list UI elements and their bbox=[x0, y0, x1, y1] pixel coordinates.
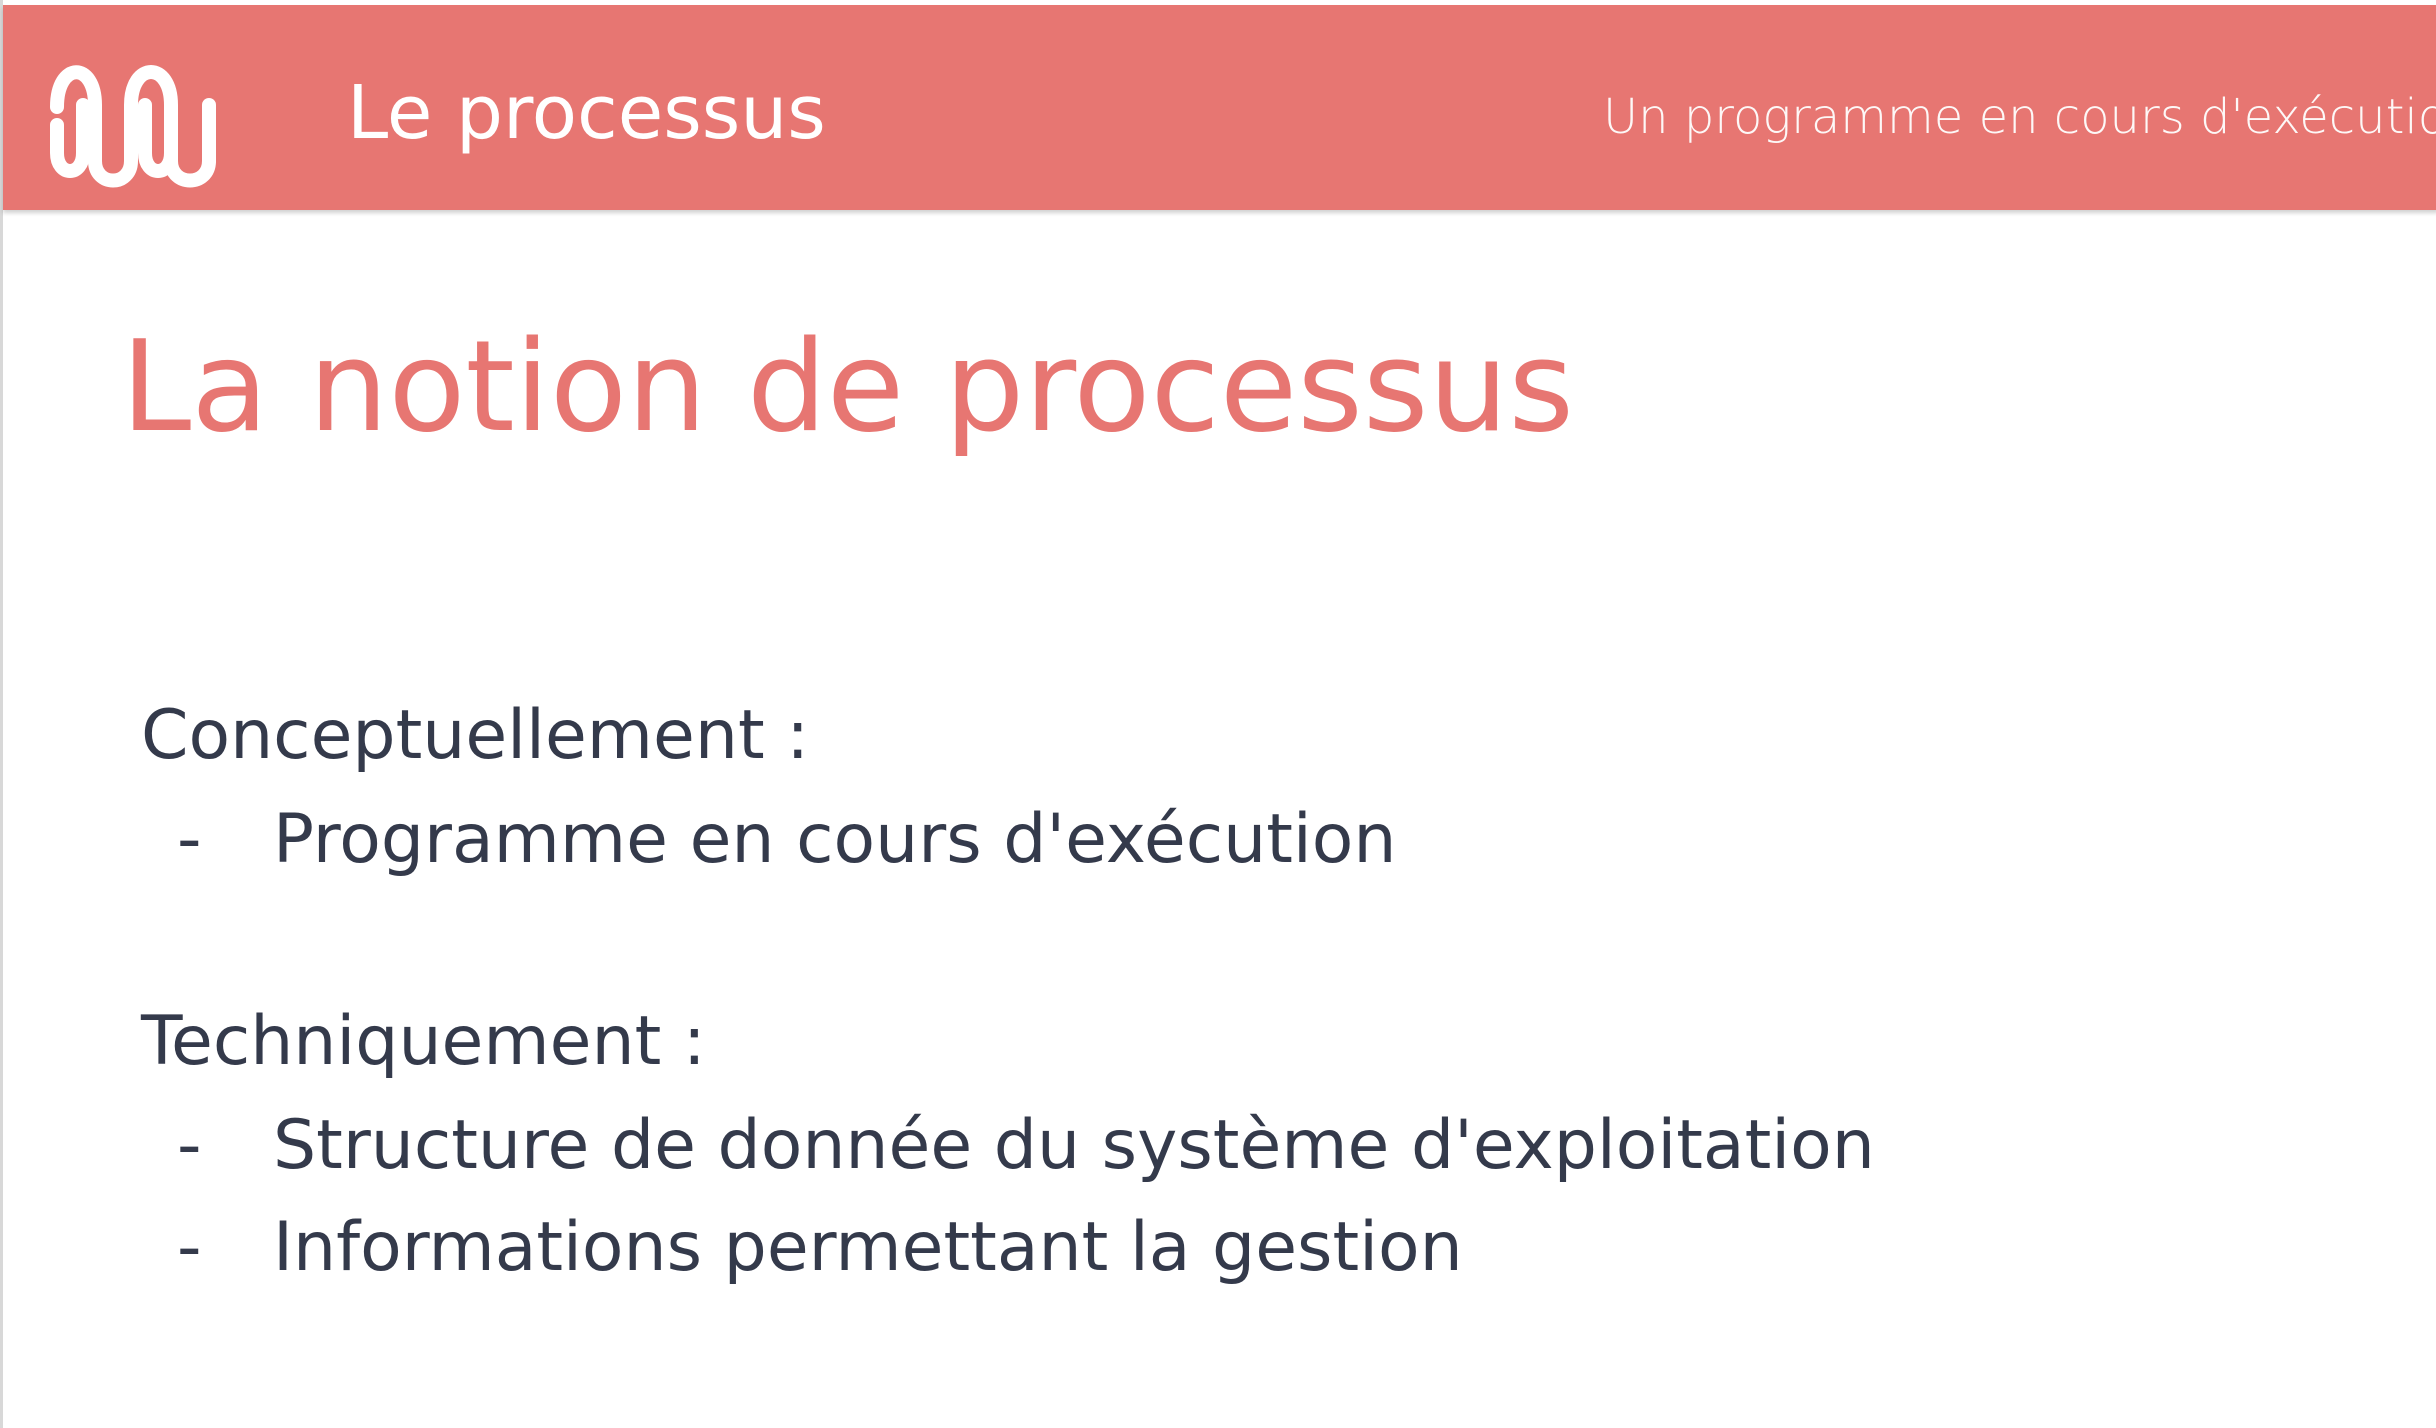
slide: Le processus Un programme en cours d'exé… bbox=[0, 0, 2436, 1428]
section-label-techniquement: Techniquement : bbox=[141, 1002, 706, 1081]
bullet-text: Structure de donnée du système d'exploit… bbox=[273, 1106, 1875, 1185]
wave-logo-icon bbox=[50, 65, 216, 188]
section-label-conceptuellement: Conceptuellement : bbox=[141, 696, 810, 775]
bullet-text: Informations permettant la gestion bbox=[273, 1208, 1463, 1287]
page-title: La notion de processus bbox=[121, 313, 1575, 460]
header-subtitle: Un programme en cours d'exécution bbox=[1603, 89, 2436, 145]
bullet-dash: - bbox=[177, 1106, 202, 1185]
bullet-text: Programme en cours d'exécution bbox=[273, 800, 1397, 879]
bullet-dash: - bbox=[177, 800, 202, 879]
bullet-dash: - bbox=[177, 1208, 202, 1287]
list-item: - Structure de donnée du système d'explo… bbox=[177, 1104, 2077, 1188]
list-item: - Programme en cours d'exécution bbox=[177, 798, 2077, 882]
list-item: - Informations permettant la gestion bbox=[177, 1206, 2077, 1290]
slide-header: Le processus Un programme en cours d'exé… bbox=[3, 5, 2436, 210]
header-title: Le processus bbox=[347, 70, 826, 156]
